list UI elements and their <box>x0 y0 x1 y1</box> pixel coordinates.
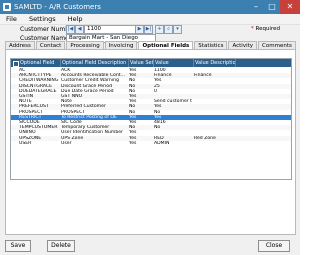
menu-bar: File Settings Help <box>0 14 300 25</box>
table-cell: ADMIN <box>154 140 170 146</box>
window-title: SAMLTD - A/R Customers <box>14 3 101 11</box>
nav-first-button[interactable]: |◀ <box>66 25 75 34</box>
customers-window: SAMLTD - A/R Customers – □ ✕ File Settin… <box>0 0 300 255</box>
tab-strip: Address Contact Processing Invoicing Optiona… <box>5 41 297 50</box>
table-row[interactable]: USER User Yes ADMIN <box>11 141 291 146</box>
app-icon <box>3 3 11 11</box>
delete-button[interactable]: Delete <box>47 240 75 252</box>
minimize-icon[interactable]: – <box>248 0 264 14</box>
col-optional-field-description[interactable]: Optional Field Description <box>61 59 129 67</box>
table-cell: USER <box>19 140 32 146</box>
col-value[interactable]: Value <box>154 59 194 67</box>
menu-settings[interactable]: Settings <box>29 15 56 23</box>
table-cell: Yes <box>129 140 137 146</box>
required-label: Required <box>255 26 280 32</box>
table-cell: User <box>61 140 72 146</box>
new-record-button[interactable]: + <box>155 25 164 34</box>
finder-button[interactable]: ⌕ <box>164 25 173 34</box>
optional-fields-panel: Optional Field Optional Field Descriptio… <box>5 49 296 235</box>
title-bar: SAMLTD - A/R Customers – □ ✕ <box>0 0 300 14</box>
close-icon[interactable]: ✕ <box>280 0 300 14</box>
close-button[interactable]: Close <box>258 240 290 252</box>
table-cell <box>194 141 234 146</box>
menu-help[interactable]: Help <box>68 15 83 23</box>
maximize-icon[interactable]: □ <box>264 0 280 14</box>
nav-last-button[interactable]: ▶| <box>144 25 153 34</box>
menu-file[interactable]: File <box>6 15 17 23</box>
nav-next-button[interactable]: ▶ <box>135 25 144 34</box>
col-value-set[interactable]: Value Set <box>129 59 154 67</box>
optional-fields-grid: Optional Field Optional Field Descriptio… <box>10 58 292 180</box>
grid-header: Optional Field Optional Field Descriptio… <box>11 59 291 67</box>
save-button[interactable]: Save <box>5 240 31 252</box>
customer-number-input[interactable]: 1100 <box>84 25 136 34</box>
nav-prev-button[interactable]: ◀ <box>75 25 84 34</box>
more-button[interactable]: ▾ <box>173 25 182 34</box>
required-indicator: * Required <box>251 26 280 32</box>
col-value-description[interactable]: Value Description <box>194 59 236 67</box>
col-optional-field[interactable]: Optional Field <box>19 59 61 67</box>
